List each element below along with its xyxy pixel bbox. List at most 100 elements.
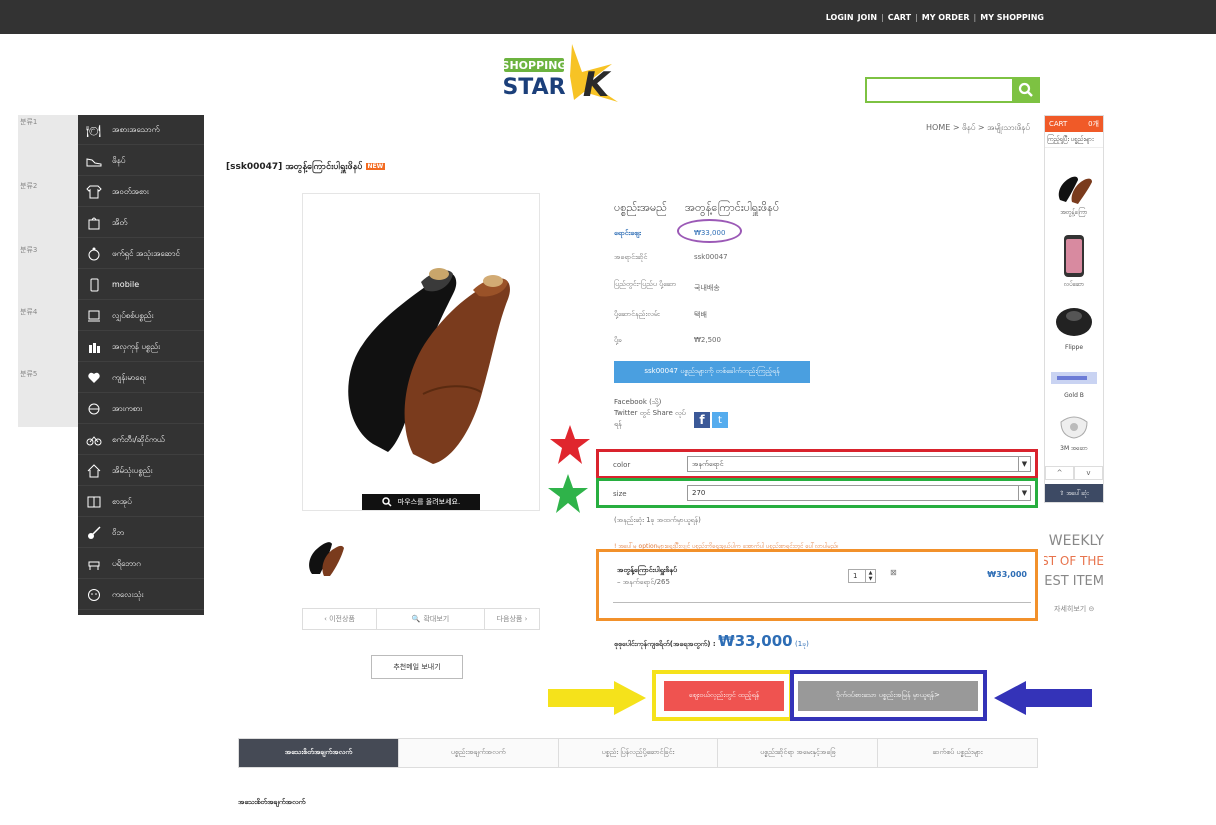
view-all-products-button[interactable]: ssk00047 ပစ္စည်းများကို တစ်ခေါက်တည်းကြည့… — [614, 361, 810, 383]
recent-item[interactable]: 3M အဆော — [1045, 412, 1103, 453]
weekly-line3: BEST ITEM — [1044, 574, 1104, 589]
baby-icon — [86, 587, 102, 603]
book-icon — [86, 494, 102, 510]
gold-bar-thumb — [1051, 372, 1097, 384]
side-label: 분류2 — [20, 182, 38, 190]
total-count: (1ခု) — [795, 640, 809, 648]
menu-item-cosmetics[interactable]: အလှကုန် ပစ္စည်း — [78, 332, 204, 362]
buy-now-button[interactable]: ဝိုက်ဝပ်စားသော ပစ္စည်းအမြန် မှာယူရန်> — [798, 681, 978, 711]
menu-item-accessories[interactable]: ဖက်ရှင် အသုံးအဆောင် — [78, 239, 204, 269]
twitter-share-button[interactable]: t — [712, 412, 728, 428]
menu-item-furniture[interactable]: ပရိဘောဂ — [78, 549, 204, 579]
accessory-icon — [86, 246, 102, 262]
recent-item[interactable]: အတွန့်ကြော — [1045, 166, 1103, 217]
recent-nav: ^ v — [1045, 466, 1103, 480]
menu-item-clothes[interactable]: အဝတ်အစား — [78, 177, 204, 207]
scroll-up-button[interactable]: ^ — [1045, 466, 1074, 480]
size-option-label: size — [613, 490, 627, 498]
tab-related[interactable]: ဆက်စပ် ပစ္စည်းများ — [878, 739, 1037, 767]
bag-icon — [86, 215, 102, 231]
menu-item-baby[interactable]: ကလေးသုံး — [78, 580, 204, 610]
menu-item-instruments[interactable]: ဝိဘ — [78, 518, 204, 548]
dining-icon: 🍽 — [86, 122, 102, 138]
cart-count: 0개 — [1088, 120, 1099, 128]
side-label: 분류1 — [20, 118, 38, 126]
menu-item-bicycle[interactable]: စက်ဘီး/ဆိုင်ကယ် — [78, 425, 204, 455]
flippers-thumb — [1056, 308, 1092, 336]
product-thumbnail[interactable] — [302, 530, 348, 582]
recent-item[interactable]: Flippe — [1045, 302, 1103, 351]
cart-header[interactable]: CART 0개 — [1045, 116, 1103, 132]
menu-item-bags[interactable]: အိတ် — [78, 208, 204, 238]
furniture-icon — [86, 556, 102, 572]
search-icon — [1018, 82, 1033, 97]
search-input[interactable] — [865, 77, 1040, 103]
search-button[interactable] — [1012, 77, 1040, 103]
quantity-stepper[interactable]: 1 ▲ ▼ — [848, 569, 876, 583]
stepper-arrows-icon[interactable]: ▲ ▼ — [865, 570, 875, 582]
menu-item-health[interactable]: ကျန်းမာရေး — [78, 363, 204, 393]
menu-item-electronics[interactable]: လျှပ်စစ်ပစ္စည်း — [78, 301, 204, 331]
my-order-link[interactable]: MY ORDER — [922, 13, 970, 22]
price-highlight-oval — [677, 219, 742, 243]
divider: | — [973, 13, 977, 22]
logo-k: K — [583, 65, 612, 104]
facebook-icon: f — [699, 413, 705, 427]
shipping-value: 택배 — [694, 311, 707, 319]
site-logo[interactable]: SHOPPING STAR K — [500, 42, 630, 105]
tab-product-info[interactable]: ပစ္စည်းအချက်အလက် — [398, 739, 559, 767]
breadcrumb[interactable]: HOME > ဖိနပ် > အမျိုးသားဖိနပ် — [926, 122, 1030, 134]
origin-row: ပြည်တွင်း-ပြည်ပ ပို့ဆော 국내배송 — [614, 279, 720, 292]
guitar-icon — [86, 525, 102, 541]
chevron-down-icon: ▼ — [1018, 486, 1030, 500]
blue-arrow-icon — [994, 681, 1092, 715]
magnifier-icon — [382, 497, 392, 507]
zoom-button[interactable]: 🔍 확대보기 — [377, 609, 485, 629]
product-image[interactable] — [302, 193, 540, 511]
tab-detail[interactable]: အသေးစိတ်အချက်အလက် — [239, 739, 399, 767]
home-icon — [86, 463, 102, 479]
color-select[interactable]: အနက်ရောင် ▼ — [687, 456, 1031, 472]
menu-item-food[interactable]: 🍽 အစားအသောက် — [78, 115, 204, 145]
next-product-button[interactable]: 다음상품 › — [485, 609, 539, 629]
selected-item-price: ₩33,000 — [987, 570, 1027, 579]
recent-item[interactable]: လပ်ဆော — [1045, 234, 1103, 289]
code-value: ssk00047 — [694, 253, 728, 261]
mask-thumb — [1060, 416, 1088, 439]
shoes-image — [348, 268, 510, 464]
join-link[interactable]: JOIN — [858, 13, 877, 22]
total-label: စုစုပေါင်းကုန်ကျစရိတ်(အရေအတွက်) : — [614, 640, 716, 648]
send-recommendation-button[interactable]: 추천메일 보내기 — [371, 655, 463, 679]
scroll-down-button[interactable]: v — [1074, 466, 1103, 480]
menu-item-mobile[interactable]: mobile — [78, 270, 204, 300]
menu-item-sports[interactable]: အားကစား — [78, 394, 204, 424]
weekly-more-link[interactable]: 자세히보기 ⊝ — [1054, 604, 1094, 614]
logo-shopping: SHOPPING — [502, 59, 567, 72]
my-shopping-link[interactable]: MY SHOPPING — [980, 13, 1044, 22]
login-link[interactable]: LOGIN — [826, 13, 854, 22]
cart-link[interactable]: CART — [888, 13, 911, 22]
image-navigation: ‹ 이전상품 🔍 확대보기 다음상품 › — [302, 608, 540, 630]
section-title: အသေးစိတ်အချက်အလက် — [238, 798, 306, 806]
add-to-cart-button[interactable]: ဈေးဝယ်လှည်းတွင် ထည့်ရန် — [664, 681, 784, 711]
remove-item-icon[interactable]: ⊠ — [890, 568, 897, 577]
tab-returns[interactable]: ပစ္စည်း ပြန်လည်ပို့ဆောင်ခြင်း — [558, 739, 719, 767]
menu-item-household[interactable]: အိမ်သုံးပစ္စည်း — [78, 456, 204, 486]
twitter-icon: t — [718, 414, 722, 426]
tab-qna[interactable]: ပစ္စည်းဆိုင်ရာ အမေးနှင့်အဖြေ — [718, 739, 879, 767]
zoom-hint: 마우스를 올려보세요. — [362, 494, 480, 510]
cart-title: CART — [1049, 120, 1068, 128]
facebook-share-button[interactable]: f — [694, 412, 710, 428]
back-to-top-button[interactable]: ⇧ အပေါ်ဆုံး — [1045, 484, 1103, 502]
size-select[interactable]: 270 ▼ — [687, 485, 1031, 501]
category-side-labels: 분류1 분류2 분류3 분류4 분류5 — [18, 115, 78, 427]
weekly-best-banner[interactable]: WEEKLY BEST OF THE BEST ITEM — [1025, 527, 1106, 597]
price-row: ရောင်းဈေး ₩33,000 — [614, 229, 725, 239]
product-name-row: ပစ္စည်းအမည် အတွန့်ကြောင်းပါရှူးဖိနပ် — [614, 201, 779, 217]
menu-item-shoes[interactable]: ဖိနပ် — [78, 146, 204, 176]
menu-item-books[interactable]: စာအုပ် — [78, 487, 204, 517]
prev-product-button[interactable]: ‹ 이전상품 — [303, 609, 377, 629]
recent-item[interactable]: Gold B — [1045, 366, 1103, 399]
red-star-icon — [550, 425, 590, 464]
min-quantity-note: (အနည်းဆုံး 1ခု အထက်မှာယူရန်) — [614, 516, 701, 524]
